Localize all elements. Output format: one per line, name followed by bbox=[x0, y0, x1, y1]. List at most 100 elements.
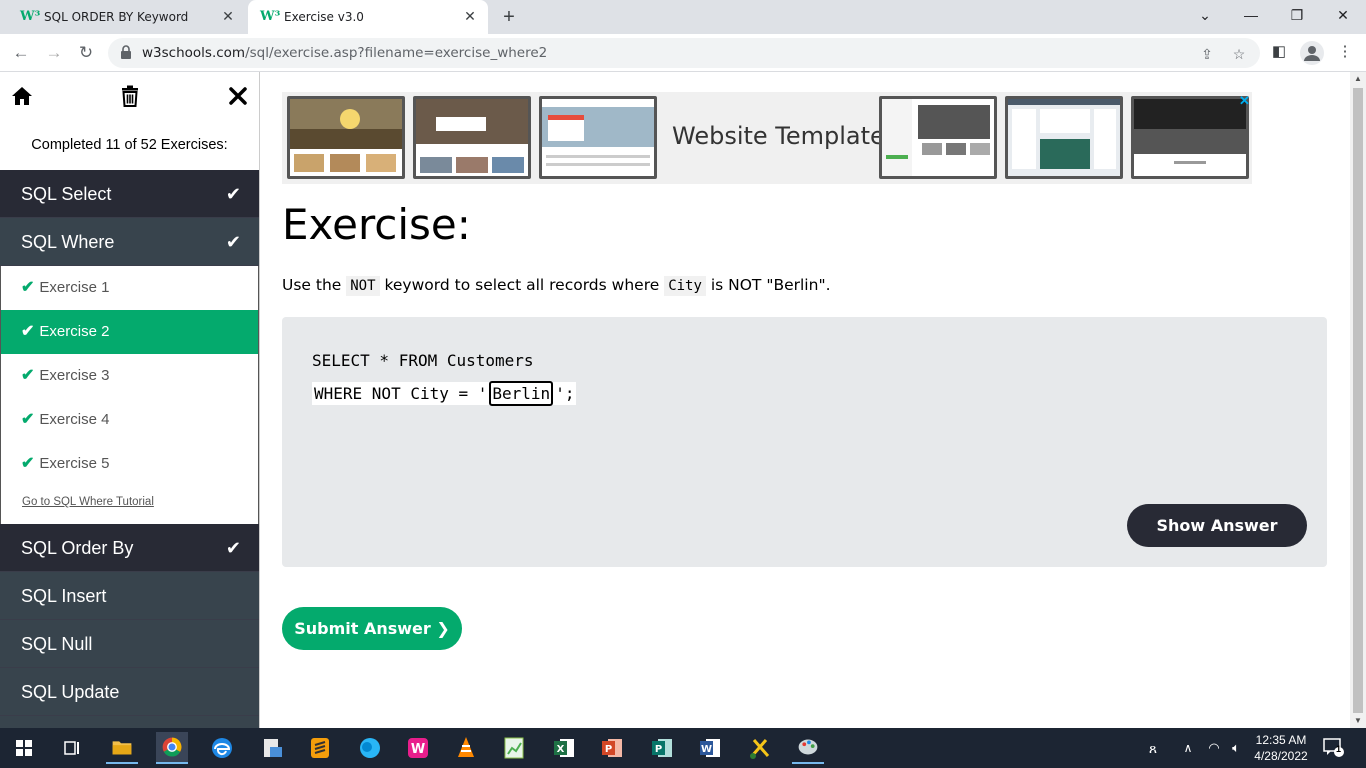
chart-app-icon[interactable] bbox=[498, 732, 530, 764]
instruction-text: is NOT "Berlin". bbox=[705, 276, 831, 294]
completed-count: Completed 11 of 52 Exercises: bbox=[31, 137, 228, 153]
file-explorer-icon[interactable] bbox=[106, 732, 138, 764]
submit-answer-button[interactable]: Submit Answer ❯ bbox=[282, 607, 462, 650]
browser-toolbar: ← → ↻ w3schools.com/sql/exercise.asp?fil… bbox=[0, 34, 1366, 72]
checkmark-icon: ✔ bbox=[21, 279, 35, 296]
svg-text:X: X bbox=[557, 744, 565, 755]
word-icon[interactable]: W bbox=[694, 732, 726, 764]
exercise-item-4[interactable]: ✔ Exercise 4 bbox=[1, 398, 258, 442]
tutorial-link[interactable]: Go to SQL Where Tutorial bbox=[1, 486, 258, 524]
wamp-server-icon[interactable]: W bbox=[402, 732, 434, 764]
show-hidden-icons-chevron-icon[interactable]: ∧ bbox=[1178, 728, 1198, 768]
browser-tab-exercise[interactable]: W³ Exercise v3.0 ✕ bbox=[248, 0, 488, 34]
svg-text:W: W bbox=[701, 744, 712, 755]
inline-code: City bbox=[664, 276, 706, 296]
ad-text[interactable]: Website Templates bbox=[672, 122, 897, 150]
close-icon[interactable] bbox=[224, 82, 252, 110]
side-panel-icon[interactable]: ◧ bbox=[1268, 41, 1290, 63]
exercise-sidebar: Completed 11 of 52 Exercises: SQL Select… bbox=[0, 72, 260, 728]
notification-count: 1 bbox=[1336, 744, 1342, 754]
file-manager-icon[interactable] bbox=[256, 732, 288, 764]
forward-arrow-icon[interactable]: → bbox=[41, 40, 67, 66]
exercise-item-1[interactable]: ✔ Exercise 1 bbox=[1, 266, 258, 310]
url-path: /sql/exercise.asp?filename=exercise_wher… bbox=[245, 45, 548, 61]
profile-avatar[interactable] bbox=[1300, 41, 1324, 65]
url-text: w3schools.com/sql/exercise.asp?filename=… bbox=[142, 45, 547, 61]
close-tab-icon[interactable]: ✕ bbox=[458, 9, 482, 25]
share-icon[interactable]: ⇪ bbox=[1198, 45, 1216, 63]
reload-icon[interactable]: ↻ bbox=[73, 40, 99, 66]
trash-icon[interactable] bbox=[116, 82, 144, 110]
exercise-list: ✔ Exercise 1 ✔ Exercise 2 ✔ Exercise 3 ✔ Exe… bbox=[0, 266, 259, 524]
windows-start-icon[interactable] bbox=[8, 732, 40, 764]
vertical-scrollbar[interactable]: ▲ ▼ bbox=[1350, 72, 1366, 728]
people-icon[interactable]: ጸ bbox=[1142, 728, 1164, 768]
publisher-icon[interactable]: P bbox=[646, 732, 678, 764]
section-label: SQL Order By bbox=[21, 538, 134, 558]
close-tab-icon[interactable]: ✕ bbox=[216, 9, 240, 25]
volume-icon[interactable]: 🔈︎ bbox=[1226, 728, 1246, 768]
bookmark-star-icon[interactable]: ☆ bbox=[1230, 45, 1248, 63]
w3schools-favicon-icon: W³ bbox=[20, 9, 41, 24]
weather-app-icon[interactable] bbox=[354, 732, 386, 764]
chrome-icon[interactable] bbox=[156, 732, 188, 764]
edge-icon[interactable] bbox=[206, 732, 238, 764]
sublime-text-icon[interactable] bbox=[304, 732, 336, 764]
tab-search-chevron-icon[interactable]: ⌄ bbox=[1182, 0, 1228, 30]
checkmark-icon: ✔ bbox=[21, 455, 35, 472]
browser-tab-sql-order-by[interactable]: W³ SQL ORDER BY Keyword ✕ bbox=[8, 0, 246, 34]
show-answer-button[interactable]: Show Answer bbox=[1127, 504, 1307, 547]
url-host: w3schools.com bbox=[142, 45, 246, 61]
back-arrow-icon[interactable]: ← bbox=[8, 40, 34, 66]
ad-template-thumbnail[interactable] bbox=[1005, 96, 1123, 179]
checkmark-icon: ✔ bbox=[225, 184, 241, 204]
home-icon[interactable] bbox=[8, 82, 36, 110]
ad-template-thumbnail[interactable] bbox=[539, 96, 657, 179]
ad-template-thumbnail[interactable] bbox=[1131, 96, 1249, 179]
wifi-icon[interactable]: ◠ bbox=[1204, 728, 1224, 768]
section-label: SQL Null bbox=[21, 634, 93, 654]
section-sql-select[interactable]: SQL Select ✔ bbox=[0, 170, 259, 218]
checkmark-icon: ✔ bbox=[21, 367, 35, 384]
section-label: SQL Where bbox=[21, 232, 115, 252]
excel-icon[interactable]: X bbox=[548, 732, 580, 764]
close-window-icon[interactable]: ✕ bbox=[1320, 0, 1366, 30]
section-next[interactable] bbox=[0, 716, 259, 728]
svg-text:P: P bbox=[605, 744, 612, 755]
exercise-item-5[interactable]: ✔ Exercise 5 bbox=[1, 442, 258, 486]
restore-icon[interactable]: ❐ bbox=[1274, 0, 1320, 30]
more-menu-icon[interactable]: ⋮ bbox=[1334, 41, 1356, 63]
powerpoint-icon[interactable]: P bbox=[596, 732, 628, 764]
address-bar[interactable]: w3schools.com/sql/exercise.asp?filename=… bbox=[108, 38, 1260, 68]
exercise-item-3[interactable]: ✔ Exercise 3 bbox=[1, 354, 258, 398]
scroll-up-arrow-icon[interactable]: ▲ bbox=[1350, 72, 1366, 86]
answer-input[interactable]: Berlin bbox=[489, 381, 554, 406]
ad-close-icon[interactable]: ✕ bbox=[1238, 94, 1251, 107]
ad-template-thumbnail[interactable] bbox=[879, 96, 997, 179]
section-sql-where[interactable]: SQL Where ✔ bbox=[0, 218, 259, 266]
ad-template-thumbnail[interactable] bbox=[287, 96, 405, 179]
scroll-down-arrow-icon[interactable]: ▼ bbox=[1350, 714, 1366, 728]
windows-taskbar: W X P P W ጸ ∧ ◠ 🔈︎ 12:35 AM 4/28/2022 1 bbox=[0, 728, 1366, 768]
checkmark-icon: ✔ bbox=[225, 538, 241, 558]
ad-template-thumbnail[interactable] bbox=[413, 96, 531, 179]
snipping-tool-icon[interactable] bbox=[744, 732, 776, 764]
notification-center-icon[interactable]: 1 bbox=[1322, 736, 1348, 760]
section-sql-null[interactable]: SQL Null bbox=[0, 620, 259, 668]
new-tab-plus-icon[interactable]: + bbox=[497, 5, 521, 29]
task-view-icon[interactable] bbox=[56, 732, 88, 764]
section-sql-update[interactable]: SQL Update bbox=[0, 668, 259, 716]
exercise-item-2[interactable]: ✔ Exercise 2 bbox=[1, 310, 258, 354]
system-clock[interactable]: 12:35 AM 4/28/2022 bbox=[1248, 732, 1314, 764]
ad-banner[interactable]: Website Templates ✕ bbox=[282, 92, 1252, 184]
exercise-label: Exercise 5 bbox=[39, 455, 110, 472]
paint-icon[interactable] bbox=[792, 732, 824, 764]
section-sql-insert[interactable]: SQL Insert bbox=[0, 572, 259, 620]
minimize-icon[interactable]: — bbox=[1228, 0, 1274, 30]
exercise-label: Exercise 2 bbox=[39, 323, 110, 340]
section-sql-order-by[interactable]: SQL Order By ✔ bbox=[0, 524, 259, 572]
scrollbar-thumb[interactable] bbox=[1353, 88, 1363, 713]
person-icon bbox=[1304, 46, 1320, 61]
vlc-icon[interactable] bbox=[450, 732, 482, 764]
instruction-text: keyword to select all records where bbox=[379, 276, 665, 294]
